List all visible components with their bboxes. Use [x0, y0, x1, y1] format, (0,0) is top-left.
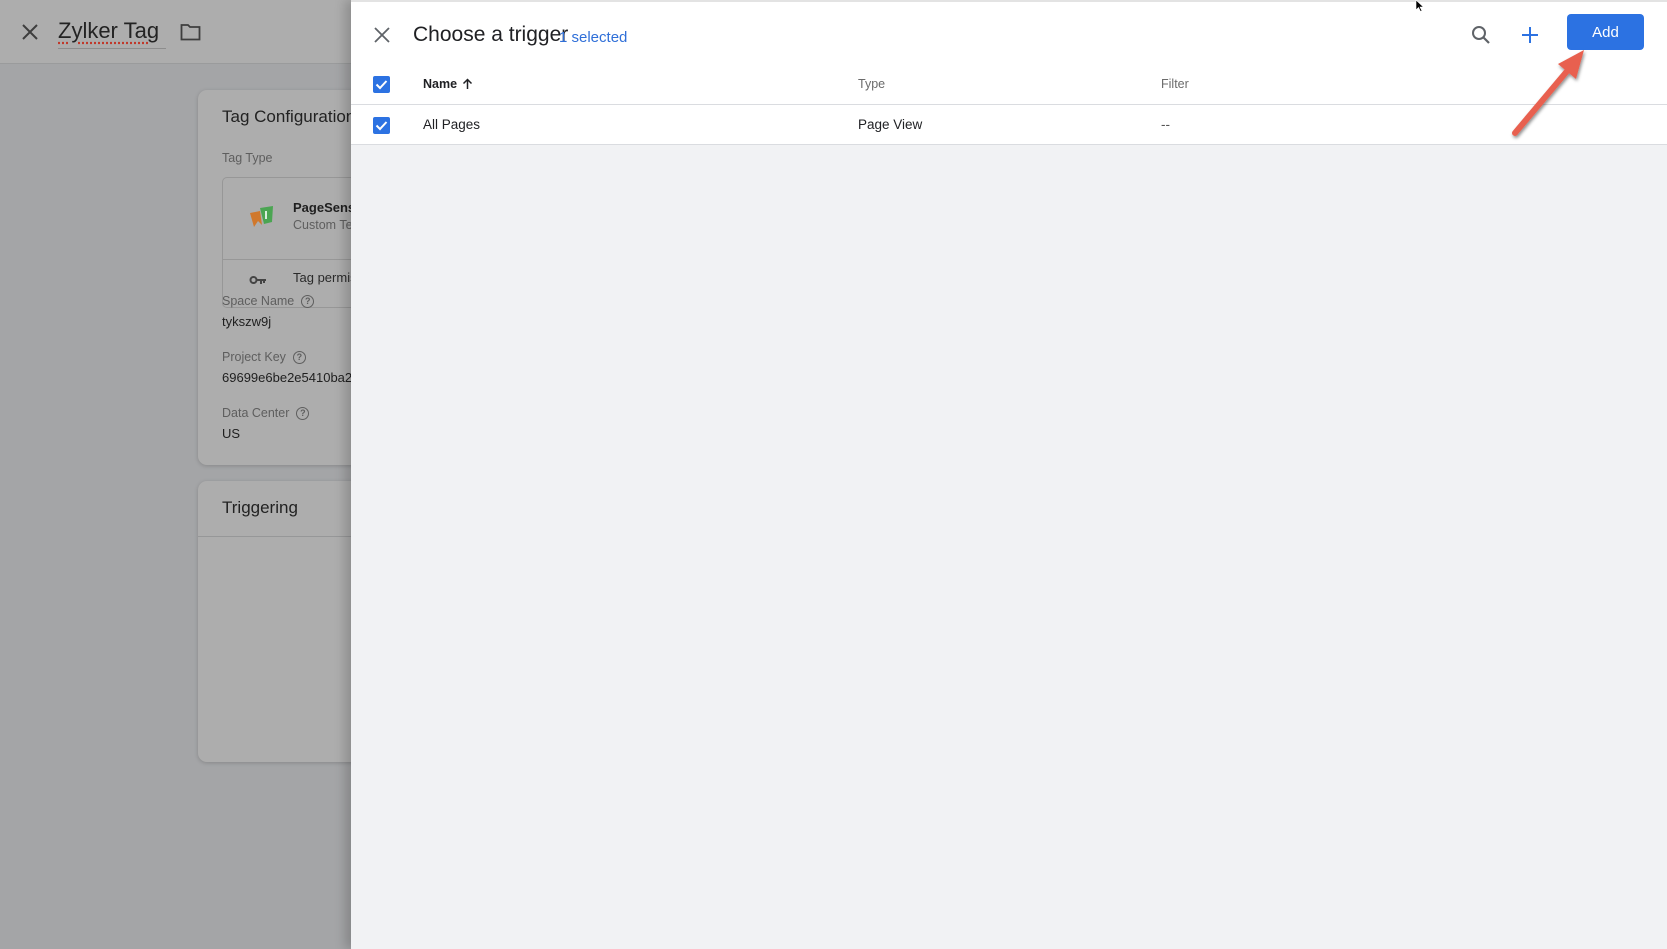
check-icon: [375, 80, 388, 90]
project-key-label: Project Key ?: [222, 350, 306, 364]
space-name-label: Space Name ?: [222, 294, 315, 308]
choose-trigger-panel: Choose a trigger 1 selected Add Name Typ…: [351, 0, 1667, 949]
search-icon[interactable]: [1470, 24, 1492, 46]
table-header: Name Type Filter: [351, 64, 1667, 105]
folder-icon[interactable]: [180, 23, 201, 41]
tag-configuration-card: Tag Configuration Tag Type PageSense Cus…: [198, 90, 368, 465]
row-checkbox[interactable]: [373, 117, 390, 134]
help-icon[interactable]: ?: [292, 350, 306, 364]
close-icon[interactable]: [19, 21, 41, 43]
panel-title: Choose a trigger: [413, 23, 569, 46]
column-header-filter[interactable]: Filter: [1161, 77, 1189, 91]
tag-configuration-heading: Tag Configuration: [222, 107, 356, 126]
space-name-value: tykszw9j: [222, 314, 272, 329]
close-icon[interactable]: [372, 25, 392, 45]
project-key-value: 69699e6be2e5410ba2: [222, 370, 353, 385]
panel-header: Choose a trigger 1 selected Add Name Typ…: [351, 2, 1667, 145]
tag-name-input[interactable]: Zylker Tag: [58, 18, 166, 49]
triggering-heading: Triggering: [222, 498, 298, 517]
key-icon: [249, 276, 266, 284]
column-header-type[interactable]: Type: [858, 77, 885, 91]
select-all-checkbox[interactable]: [373, 76, 390, 93]
mouse-cursor-icon: [1415, 0, 1425, 12]
divider: [198, 536, 368, 537]
table-row[interactable]: All Pages Page View --: [351, 106, 1667, 145]
data-center-label: Data Center ?: [222, 406, 310, 420]
trigger-filter: --: [1161, 117, 1170, 132]
plus-icon[interactable]: [1519, 24, 1541, 46]
pagesense-logo-icon: [250, 206, 273, 227]
tag-type-box[interactable]: PageSense Custom Template Tag permission…: [222, 177, 368, 308]
triggering-card[interactable]: Triggering: [198, 481, 368, 762]
check-icon: [375, 121, 388, 131]
sort-ascending-icon: [463, 78, 473, 89]
tag-name-text: Zylker Tag: [58, 18, 160, 43]
trigger-type: Page View: [858, 117, 923, 132]
add-button[interactable]: Add: [1567, 14, 1644, 50]
help-icon[interactable]: ?: [301, 294, 315, 308]
selected-count: 1 selected: [559, 29, 628, 46]
trigger-name: All Pages: [423, 117, 481, 132]
tag-type-label: Tag Type: [222, 151, 273, 165]
tag-type-row[interactable]: PageSense Custom Template: [223, 178, 368, 260]
column-header-name[interactable]: Name: [423, 77, 473, 91]
help-icon[interactable]: ?: [296, 406, 310, 420]
data-center-value: US: [222, 426, 241, 441]
